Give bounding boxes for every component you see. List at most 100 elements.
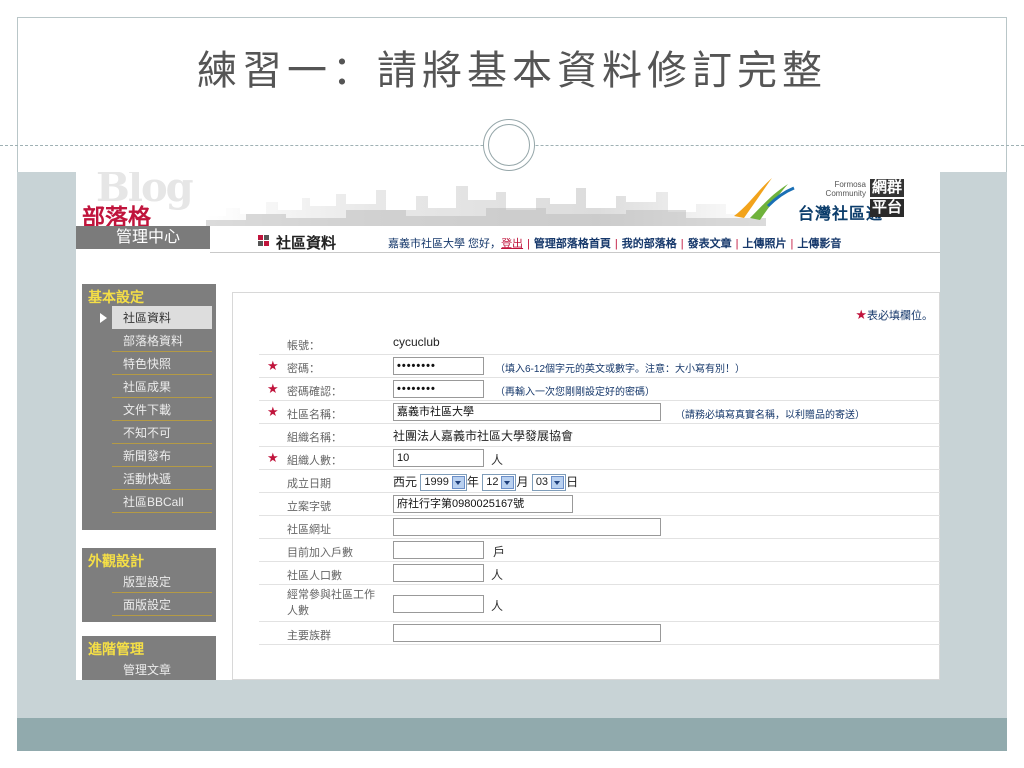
arrow-right-icon: [100, 313, 107, 323]
city-skyline-image: [206, 186, 766, 226]
password-confirm-hint: （再輸入一次您剛剛設定好的密碼）: [495, 387, 655, 398]
password-confirm-field[interactable]: ••••••••: [393, 380, 484, 398]
password-hint: （填入6-12個字元的英文或數字。注意：大小寫有別！）: [495, 364, 746, 375]
field-label: 社區人口數: [287, 570, 342, 582]
form-row-password-confirm: ★ 密碼確認： •••••••• （再輸入一次您剛剛設定好的密碼）: [259, 378, 940, 401]
sidebar-item-manage-articles[interactable]: 管理文章: [112, 658, 212, 680]
participants-field[interactable]: [393, 595, 484, 613]
unit-label: 人: [491, 568, 504, 582]
sidebar-item-bbcall[interactable]: 社區BBCall: [112, 490, 212, 513]
field-label: 組織人數：: [287, 455, 342, 467]
community-form: 帳號： cycuclub ★ 密碼： •••••••• （填入6-12個字元的英…: [259, 332, 940, 645]
form-row-org-name: 組織名稱： 社團法人嘉義市社區大學發展協會: [259, 424, 940, 447]
sidebar-item-blog-data[interactable]: 部落格資料: [112, 329, 212, 352]
unit-label: 戶: [493, 545, 506, 559]
required-note: ★表必填欄位。: [855, 307, 933, 322]
form-row-community-name: ★ 社區名稱： 嘉義市社區大學 （請務必填寫真實名稱，以利贈品的寄送）: [259, 401, 940, 424]
sidebar-section-title: 外觀設計: [88, 554, 144, 570]
required-star-icon: ★: [267, 358, 279, 373]
form-row-population: 社區人口數 人: [259, 562, 940, 585]
field-label: 密碼確認：: [287, 386, 342, 398]
org-members-field[interactable]: 10: [393, 449, 484, 467]
sidebar-item-community-data[interactable]: 社區資料: [100, 306, 212, 329]
required-star-icon: ★: [267, 450, 279, 465]
form-row-registration: 立案字號 府社行字第0980025167號: [259, 493, 940, 516]
chevron-down-icon: [551, 476, 565, 490]
required-star-icon: ★: [267, 404, 279, 419]
form-row-ethnic-group: 主要族群: [259, 622, 940, 645]
field-label: 主要族群: [287, 630, 331, 642]
field-label: 目前加入戶數: [287, 547, 353, 559]
nav-link-admin-home[interactable]: 管理部落格首頁: [534, 238, 611, 250]
form-panel: ★表必填欄位。 帳號： cycuclub ★ 密碼： •••••••• （填入6…: [232, 292, 940, 680]
sidebar-item-must-know[interactable]: 不知不可: [112, 421, 212, 444]
community-name-hint: （請務必填寫真實名稱，以利贈品的寄送）: [675, 410, 865, 421]
ethnic-group-field[interactable]: [393, 624, 661, 642]
site-banner: Blog 部落格 管理中心 Formosa Community 網群 台灣社區通 …: [76, 172, 940, 249]
form-row-website: 社區網址: [259, 516, 940, 539]
account-value: cycuclub: [393, 335, 440, 349]
blog-admin-screenshot: Blog 部落格 管理中心 Formosa Community 網群 台灣社區通 …: [76, 172, 940, 680]
org-name-value: 社團法人嘉義市社區大學發展協會: [393, 429, 574, 443]
field-label: 社區名稱：: [287, 409, 342, 421]
unit-label: 人: [491, 599, 504, 613]
sidebar-item-panel[interactable]: 面版設定: [112, 593, 212, 616]
field-label: 組織名稱：: [287, 432, 342, 444]
formosa-community-logo: Formosa Community 網群 台灣社區通 平台: [728, 176, 928, 223]
sidebar-item-event-express[interactable]: 活動快遞: [112, 467, 212, 490]
day-select[interactable]: 03: [531, 474, 567, 492]
form-row-password: ★ 密碼： •••••••• （填入6-12個字元的英文或數字。注意：大小寫有別…: [259, 355, 940, 378]
chevron-down-icon: [501, 476, 515, 490]
unit-label: 人: [491, 453, 504, 467]
swoosh-logo-icon: [734, 178, 795, 220]
chevron-down-icon: [451, 476, 465, 490]
section-square-icon: [258, 235, 270, 247]
population-field[interactable]: [393, 564, 484, 582]
field-label: 帳號：: [287, 340, 320, 352]
form-row-households: 目前加入戶數 戶: [259, 539, 940, 562]
sidebar-item-news-release[interactable]: 新聞發布: [112, 444, 212, 467]
logo-subtitle: 管理中心: [76, 226, 210, 249]
form-row-founded-date: 成立日期 西元 1999 年 12 月 03 日: [259, 470, 940, 493]
nav-link-upload-video[interactable]: 上傳影音: [797, 238, 841, 250]
sidebar: 基本設定 社區資料 部落格資料 特色快照 社區成果 文件下載 不知不可 新聞發布…: [82, 284, 216, 680]
form-row-account: 帳號： cycuclub: [259, 332, 940, 355]
brand-formosa-text: Formosa Community: [825, 180, 866, 198]
sidebar-section-advanced: 進階管理 管理文章: [82, 636, 216, 680]
year-select[interactable]: 1999: [420, 474, 467, 492]
households-field[interactable]: [393, 541, 484, 559]
registration-no-field[interactable]: 府社行字第0980025167號: [393, 495, 573, 513]
nav-link-post-article[interactable]: 發表文章: [688, 238, 732, 250]
logout-link[interactable]: 登出: [501, 238, 523, 250]
greeting-text: 嘉義市社區大學 您好，: [388, 238, 502, 250]
website-field[interactable]: [393, 518, 661, 536]
sidebar-item-feature-snapshot[interactable]: 特色快照: [112, 352, 212, 375]
field-label: 社區網址: [287, 524, 331, 536]
required-star-icon: ★: [267, 381, 279, 396]
field-label: 經常參與社區工作人數: [287, 589, 375, 617]
form-row-participants: 經常參與社區工作人數 人: [259, 585, 940, 622]
sidebar-section-title: 基本設定: [88, 290, 144, 306]
top-nav-bar: 社區資料 嘉義市社區大學 您好，登出 | 管理部落格首頁 | 我的部落格 | 發表文章 | 上傳…: [210, 230, 940, 253]
footer-band: [17, 718, 1007, 751]
sidebar-section-appearance: 外觀設計 版型設定 面版設定: [82, 548, 216, 622]
nav-link-my-blog[interactable]: 我的部落格: [622, 238, 677, 250]
sidebar-section-basic: 基本設定 社區資料 部落格資料 特色快照 社區成果 文件下載 不知不可 新聞發布…: [82, 284, 216, 530]
field-label: 立案字號: [287, 501, 331, 513]
community-name-field[interactable]: 嘉義市社區大學: [393, 403, 661, 421]
sidebar-item-template[interactable]: 版型設定: [112, 570, 212, 593]
section-title: 社區資料: [276, 235, 337, 252]
sidebar-item-file-download[interactable]: 文件下載: [112, 398, 212, 421]
sidebar-item-community-results[interactable]: 社區成果: [112, 375, 212, 398]
password-field[interactable]: ••••••••: [393, 357, 484, 375]
brand-net-text: 網群: [870, 179, 905, 197]
sidebar-section-title: 進階管理: [88, 642, 144, 658]
nav-links: 嘉義市社區大學 您好，登出 | 管理部落格首頁 | 我的部落格 | 發表文章 | 上傳照片 | 上傳…: [388, 238, 842, 250]
field-label: 成立日期: [287, 478, 331, 490]
founded-date-controls: 西元 1999 年 12 月 03 日: [393, 473, 578, 492]
slide-title: 練習一：請將基本資料修訂完整: [197, 48, 827, 94]
brand-platform-text: 平台: [870, 199, 905, 217]
nav-link-upload-photo[interactable]: 上傳照片: [743, 238, 787, 250]
month-select[interactable]: 12: [482, 474, 517, 492]
form-row-org-members: ★ 組織人數： 10 人: [259, 447, 940, 470]
